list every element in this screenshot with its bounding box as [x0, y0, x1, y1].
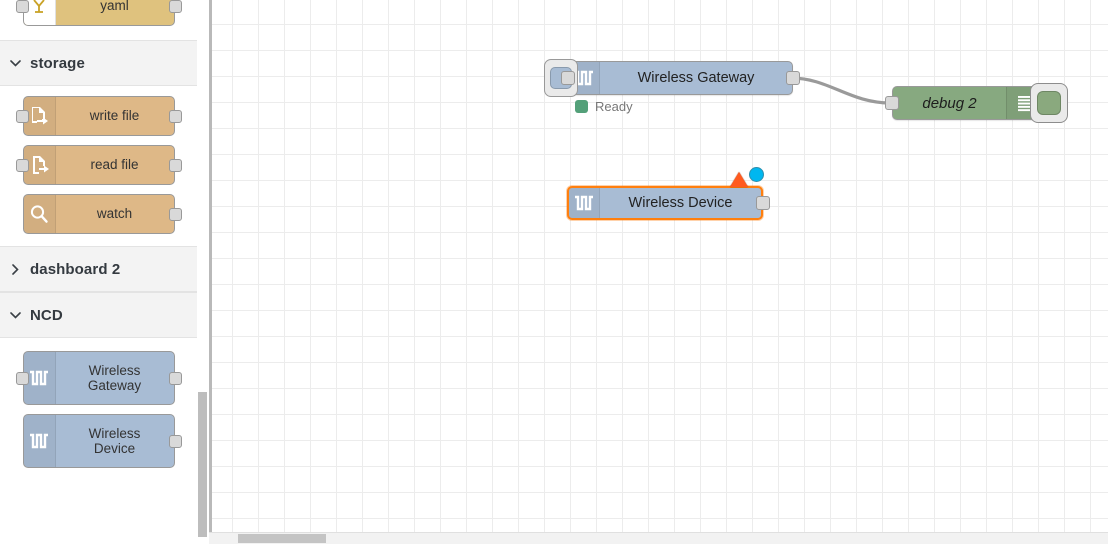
chevron-down-icon — [0, 59, 30, 67]
canvas-left-edge — [209, 0, 212, 532]
node-output-port[interactable] — [168, 207, 182, 221]
palette-gap — [0, 26, 197, 40]
node-input-port[interactable] — [15, 109, 29, 123]
canvas-hscrollbar-track[interactable] — [209, 532, 1108, 544]
palette-node-label-line2: Device — [93, 441, 136, 456]
palette-node-wireless-gateway[interactable]: Wireless Gateway — [15, 351, 182, 405]
palette-node-read-file[interactable]: read file — [15, 145, 182, 185]
chevron-right-icon — [0, 263, 30, 275]
palette-node-label-line1: Wireless — [88, 362, 141, 378]
node-right-button[interactable] — [1030, 83, 1068, 123]
palette-node-body[interactable]: watch — [22, 194, 175, 234]
node-status-wireless-gateway: Ready — [575, 99, 633, 114]
palette-category-dashboard-2[interactable]: dashboard 2 — [0, 246, 197, 292]
flow-node-wireless-device[interactable]: Wireless Device — [567, 186, 770, 220]
palette-node-body[interactable]: yaml — [22, 0, 175, 26]
palette-node-label: Wireless Device — [56, 426, 174, 456]
node-output-port[interactable] — [168, 158, 182, 172]
node-body[interactable]: debug 2 — [892, 86, 1042, 120]
palette-category-body-storage: write file read file watch — [0, 86, 197, 246]
palette-node-yaml[interactable]: yaml — [15, 0, 182, 26]
node-input-port[interactable] — [15, 371, 29, 385]
node-output-port[interactable] — [756, 196, 770, 210]
node-label: debug 2 — [922, 94, 977, 112]
status-dot — [575, 100, 588, 113]
flow-node-wireless-gateway[interactable]: Wireless Gateway — [544, 59, 800, 97]
palette-category-title: NCD — [30, 306, 63, 324]
node-label: Wireless Device — [628, 195, 733, 211]
palette-node-body[interactable]: Wireless Gateway — [22, 351, 175, 405]
palette-node-body[interactable]: write file — [22, 96, 175, 136]
palette-node-wireless-device[interactable]: Wireless Device — [22, 414, 182, 468]
node-input-port[interactable] — [15, 0, 29, 13]
palette-category-storage[interactable]: storage — [0, 40, 197, 86]
node-input-port[interactable] — [885, 96, 899, 110]
node-body[interactable]: Wireless Device — [567, 186, 763, 220]
palette-node-label: watch — [96, 206, 133, 222]
palette-node-label-line2: Gateway — [87, 378, 142, 393]
flow-node-debug-2[interactable]: debug 2 — [885, 83, 1068, 123]
pulse-wave-icon — [23, 415, 56, 467]
canvas-hscrollbar-thumb[interactable] — [238, 534, 326, 543]
node-output-port[interactable] — [168, 371, 182, 385]
palette-category-title: dashboard 2 — [30, 260, 121, 278]
magnifier-icon — [23, 195, 56, 233]
chevron-down-icon — [0, 311, 30, 319]
palette-sidebar: yaml storage write file read file watch … — [0, 0, 197, 544]
palette-category-ncd[interactable]: NCD — [0, 292, 197, 338]
palette-node-write-file[interactable]: write file — [15, 96, 182, 136]
palette-node-label: Wireless Gateway — [56, 363, 174, 393]
palette-node-label-line1: Wireless — [88, 425, 141, 441]
palette-category-body-ncd: Wireless Gateway Wireless Device — [0, 338, 197, 480]
palette-node-body[interactable]: read file — [22, 145, 175, 185]
palette-node-label: yaml — [100, 0, 129, 14]
node-red-editor: yaml storage write file read file watch … — [0, 0, 1108, 544]
pulse-wave-icon — [569, 188, 600, 218]
node-output-port[interactable] — [168, 109, 182, 123]
palette-scrollbar-thumb[interactable] — [198, 392, 207, 537]
node-output-port[interactable] — [168, 434, 182, 448]
palette-node-label: read file — [90, 157, 139, 173]
node-button-cap — [1037, 91, 1061, 115]
node-warning-triangle-icon[interactable] — [730, 172, 748, 187]
node-input-port[interactable] — [15, 158, 29, 172]
node-input-port[interactable] — [561, 71, 575, 85]
palette-node-body[interactable]: Wireless Device — [22, 414, 175, 468]
node-output-port[interactable] — [168, 0, 182, 13]
status-text: Ready — [595, 99, 633, 114]
palette-node-watch[interactable]: watch — [22, 194, 182, 234]
node-changed-dot-icon[interactable] — [749, 167, 764, 182]
node-body[interactable]: Wireless Gateway — [568, 61, 793, 95]
palette-node-label: write file — [89, 108, 140, 124]
node-output-port[interactable] — [786, 71, 800, 85]
palette-category-title: storage — [30, 54, 85, 72]
node-label: Wireless Gateway — [637, 70, 755, 86]
flow-canvas[interactable]: Wireless Gateway Ready debug 2 Wireless … — [209, 0, 1108, 544]
